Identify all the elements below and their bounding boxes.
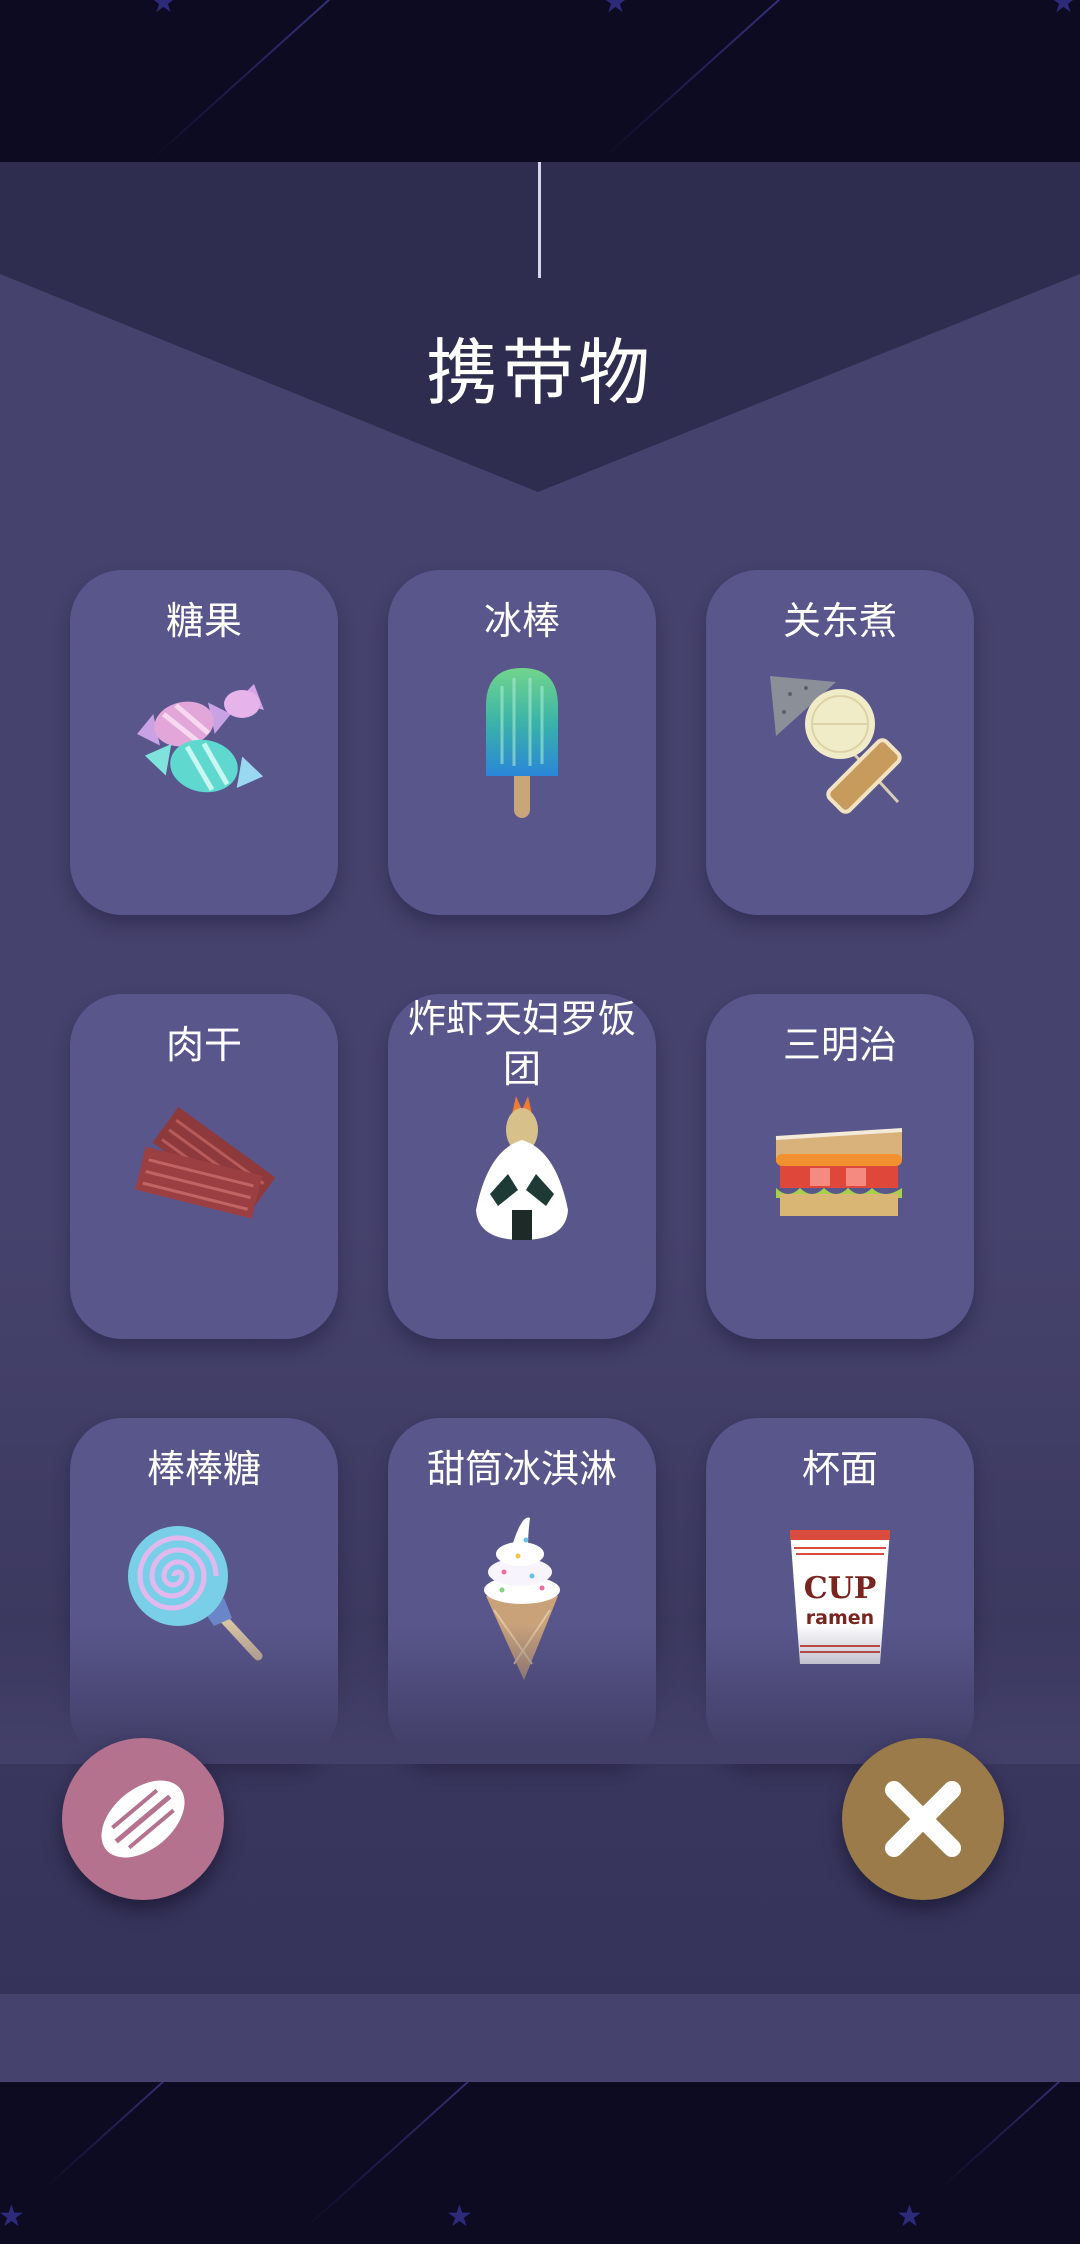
seed-button[interactable] bbox=[62, 1738, 224, 1900]
tempura-onigiri-icon bbox=[476, 1096, 568, 1240]
jerky-icon bbox=[135, 1106, 276, 1219]
item-name: 肉干 bbox=[165, 1023, 242, 1067]
item-card-popsicle[interactable]: 冰棒 bbox=[388, 570, 656, 915]
item-name: 三明治 bbox=[782, 1023, 897, 1067]
sky-bottom: ★ ★ ★ bbox=[0, 2082, 1080, 2244]
item-name: 甜筒冰淇淋 bbox=[426, 1447, 617, 1491]
carry-items-panel: 携带物 糖果 冰棒 关东煮 肉干 炸虾天妇罗饭团 三明治 棒棒糖 甜筒冰淇淋 杯… bbox=[0, 162, 1080, 1994]
item-card-sandwich[interactable]: 三明治 bbox=[706, 994, 974, 1339]
close-icon bbox=[885, 1781, 961, 1857]
item-name: 糖果 bbox=[165, 599, 242, 643]
bottom-bar bbox=[0, 1994, 1080, 2082]
star-icon: ★ bbox=[1050, 0, 1077, 20]
item-name: 关东煮 bbox=[782, 599, 897, 643]
item-card-jerky[interactable]: 肉干 bbox=[70, 994, 338, 1339]
item-name: 冰棒 bbox=[483, 599, 560, 643]
popsicle-icon bbox=[486, 668, 558, 818]
item-name: 杯面 bbox=[801, 1447, 878, 1491]
hanging-string bbox=[538, 162, 541, 278]
star-icon: ★ bbox=[896, 2199, 923, 2234]
oden-icon bbox=[770, 676, 902, 814]
item-name: 棒棒糖 bbox=[146, 1447, 261, 1491]
sky-top: ★ ★ ★ bbox=[0, 0, 1080, 162]
star-icon: ★ bbox=[150, 0, 177, 20]
star-icon: ★ bbox=[0, 2199, 25, 2234]
item-card-oden[interactable]: 关东煮 bbox=[706, 570, 974, 915]
close-button[interactable] bbox=[842, 1738, 1004, 1900]
cup-text: CUP bbox=[804, 1571, 877, 1606]
seed-icon bbox=[101, 1780, 185, 1858]
item-card-candy[interactable]: 糖果 bbox=[70, 570, 338, 915]
item-name: 炸虾天妇罗饭团 bbox=[407, 997, 636, 1091]
star-icon: ★ bbox=[446, 2199, 473, 2234]
item-card-tempura-onigiri[interactable]: 炸虾天妇罗饭团 bbox=[388, 994, 656, 1339]
star-icon: ★ bbox=[602, 0, 629, 20]
sandwich-icon bbox=[775, 1128, 903, 1216]
page-title: 携带物 bbox=[425, 331, 654, 415]
candy-icon bbox=[137, 684, 264, 793]
